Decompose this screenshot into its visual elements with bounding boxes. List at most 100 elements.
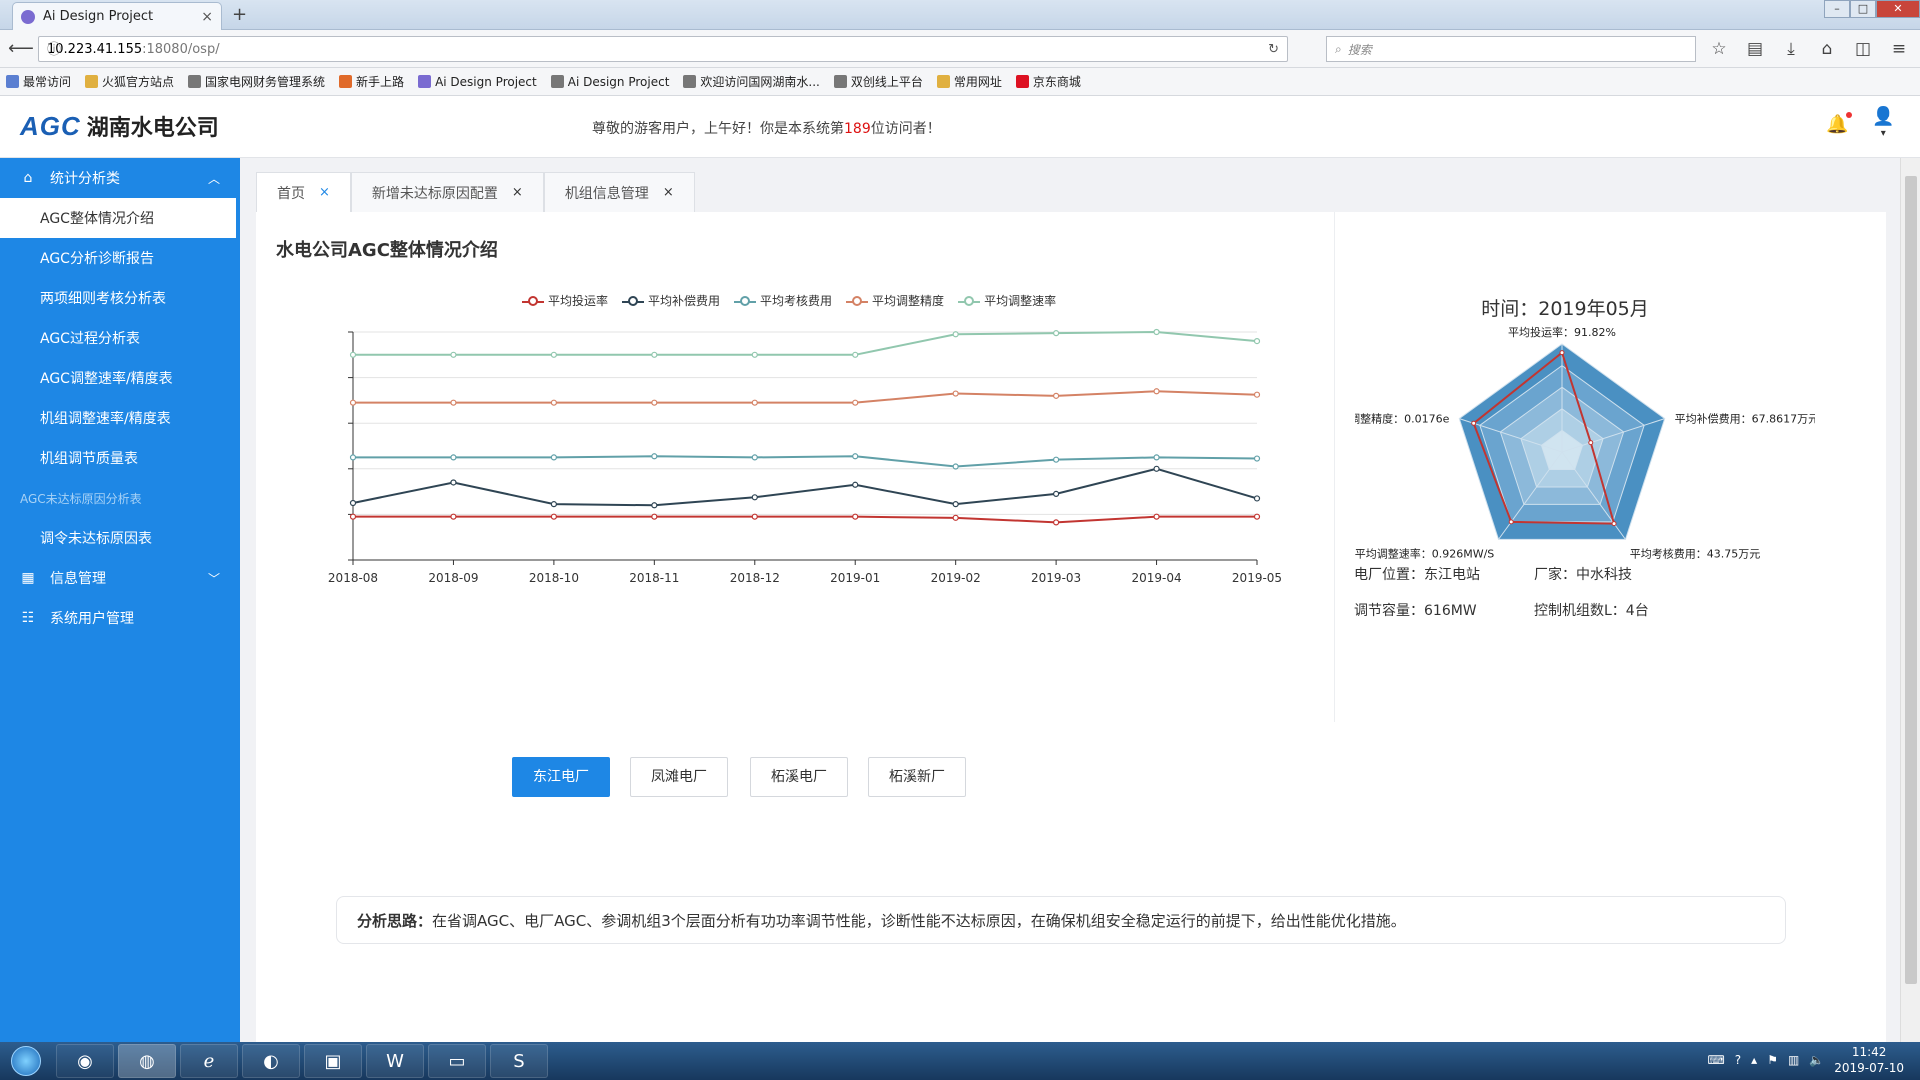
data-point <box>751 494 758 501</box>
minimize-icon[interactable]: – <box>1824 0 1850 18</box>
data-point <box>751 454 758 461</box>
arrow-up-icon[interactable]: ▴ <box>1751 1053 1757 1067</box>
info-icon[interactable]: ⓘ <box>47 39 61 59</box>
radar-point <box>1588 440 1594 446</box>
hamburger-menu-icon[interactable]: ≡ <box>1888 38 1910 60</box>
new-tab-button[interactable]: + <box>232 4 247 25</box>
data-point <box>349 513 357 520</box>
data-point <box>751 399 758 406</box>
page-scrollbar[interactable] <box>1900 158 1920 1042</box>
reload-icon[interactable]: ↻ <box>1268 42 1279 57</box>
page-tab[interactable]: 机组信息管理 × <box>543 172 695 212</box>
x-tick-label: 2019-03 <box>1031 571 1081 585</box>
bookmark-item[interactable]: 国家电网财务管理系统 <box>188 73 325 90</box>
bookmark-item[interactable]: Ai Design Project <box>418 75 537 89</box>
tab-close-icon[interactable]: × <box>201 9 213 25</box>
plant-button[interactable]: 凤滩电厂 <box>630 757 728 797</box>
page-tab[interactable]: 新增未达标原因配置 × <box>350 172 544 212</box>
sidebar-item[interactable]: AGC过程分析表 <box>0 318 240 358</box>
tab-close-icon[interactable]: × <box>319 185 330 200</box>
bookmark-item[interactable]: 火狐官方站点 <box>85 73 174 90</box>
network-icon[interactable]: ▥ <box>1788 1053 1799 1067</box>
ie-taskbar-icon[interactable]: ℯ <box>180 1044 238 1078</box>
sidebar-item-dispatch-reasons[interactable]: 调令未达标原因表 <box>0 518 240 558</box>
flag-icon[interactable]: ⚑ <box>1767 1053 1778 1067</box>
data-point <box>349 399 357 406</box>
bookmark-item[interactable]: Ai Design Project <box>550 75 669 89</box>
user-menu-icon[interactable]: 👤 ▾ <box>1872 108 1894 141</box>
bookmark-item[interactable]: 欢迎访问国网湖南水... <box>683 73 820 90</box>
firefox-taskbar-icon[interactable]: ◍ <box>118 1044 176 1078</box>
data-point <box>450 479 457 486</box>
tab-close-icon[interactable]: × <box>663 185 674 200</box>
data-point <box>349 454 357 461</box>
window-close-icon[interactable]: ✕ <box>1876 0 1920 18</box>
radar-point <box>1471 420 1477 426</box>
home-icon[interactable]: ⌂ <box>1816 38 1838 60</box>
sidebar-group-statistics[interactable]: ⌂ 统计分析类 ︿ <box>0 158 240 198</box>
start-button[interactable] <box>0 1042 52 1080</box>
page-tab[interactable]: 首页 × <box>256 172 351 212</box>
legend-item[interactable]: 平均补偿费用 <box>622 292 720 309</box>
browser-tab[interactable]: Ai Design Project × <box>12 2 222 30</box>
legend-item[interactable]: 平均调整速率 <box>958 292 1056 309</box>
download-icon[interactable]: ⤓ <box>1780 38 1802 60</box>
app-taskbar-icon[interactable]: ◐ <box>242 1044 300 1078</box>
wps-sheet-taskbar-icon[interactable]: S <box>490 1044 548 1078</box>
logo-agc: AGC <box>20 110 81 141</box>
back-arrow-icon[interactable]: ⟵ <box>8 38 34 60</box>
data-point <box>550 501 557 508</box>
legend-item[interactable]: 平均考核费用 <box>734 292 832 309</box>
radar-indicator-label: 平均投运率：91.82% <box>1508 325 1616 339</box>
sidebar-item[interactable]: 机组调整速率/精度表 <box>0 398 240 438</box>
keyboard-icon[interactable]: ⌨ <box>1707 1053 1724 1067</box>
bookmark-item[interactable]: 常用网址 <box>936 73 1002 90</box>
sidebar-group-info-management[interactable]: ▦ 信息管理 ﹀ <box>0 558 240 598</box>
scrollbar-thumb[interactable] <box>1905 176 1917 984</box>
bookmark-item[interactable]: 双创线上平台 <box>833 73 923 90</box>
window-taskbar-icon[interactable]: ▣ <box>304 1044 362 1078</box>
explorer-taskbar-icon[interactable]: ▭ <box>428 1044 486 1078</box>
volume-icon[interactable]: 🔈 <box>1809 1053 1824 1067</box>
taskbar-clock[interactable]: 11:42 2019-07-10 <box>1834 1044 1904 1076</box>
x-tick-label: 2018-08 <box>328 571 378 585</box>
sidebar-item[interactable]: 两项细则考核分析表 <box>0 278 240 318</box>
legend-swatch <box>958 295 981 307</box>
bookmark-icon <box>683 75 697 88</box>
data-point <box>550 454 557 461</box>
sidebar-item[interactable]: AGC调整速率/精度表 <box>0 358 240 398</box>
sidebar-item[interactable]: AGC整体情况介绍 <box>0 198 236 238</box>
bookmark-item[interactable]: 京东商城 <box>1015 73 1081 90</box>
data-point <box>450 513 457 520</box>
bookmark-star-icon[interactable]: ☆ <box>1708 38 1730 60</box>
help-icon[interactable]: ? <box>1735 1053 1741 1067</box>
browser-toolbar: ☆ ▤ ⤓ ⌂ ◫ ≡ <box>1708 38 1910 60</box>
chrome-taskbar-icon[interactable]: ◉ <box>56 1044 114 1078</box>
address-bar[interactable]: ⓘ 10.223.41.155 :18080/osp/ ↻ <box>38 36 1288 62</box>
bookmark-item[interactable]: 最常访问 <box>6 73 71 90</box>
notification-bell-icon[interactable]: 🔔 <box>1826 112 1853 135</box>
maximize-icon[interactable]: □ <box>1850 0 1876 18</box>
plant-button[interactable]: 东江电厂 <box>512 757 610 797</box>
legend-item[interactable]: 平均调整精度 <box>846 292 944 309</box>
reading-list-icon[interactable]: ▤ <box>1744 38 1766 60</box>
bookmark-item[interactable]: 新手上路 <box>339 73 404 90</box>
legend-item[interactable]: 平均投运率 <box>522 292 608 309</box>
tab-close-icon[interactable]: × <box>512 185 523 200</box>
wps-writer-taskbar-icon[interactable]: W <box>366 1044 424 1078</box>
bookmark-icon <box>339 75 353 88</box>
plant-button[interactable]: 柘溪新厂 <box>868 757 966 797</box>
sidebar-section-label: AGC未达标原因分析表 <box>20 491 142 506</box>
sidebar-item[interactable]: 机组调节质量表 <box>0 438 240 478</box>
company-logo[interactable]: AGC 湖南水电公司 <box>20 110 219 142</box>
series-line <box>353 455 1258 468</box>
pocket-icon[interactable]: ◫ <box>1852 38 1874 60</box>
sidebar-item[interactable]: AGC分析诊断报告 <box>0 238 240 278</box>
legend-swatch <box>522 295 544 307</box>
browser-search-input[interactable]: ⌕ 搜索 <box>1326 36 1696 62</box>
sidebar-group-system-users[interactable]: ☷ 系统用户管理 <box>0 598 240 638</box>
plant-button[interactable]: 柘溪电厂 <box>750 757 848 797</box>
radar-chart: 平均投运率：91.82% 平均补偿费用：67.8617万元平均考核费用：43.75… <box>1355 325 1815 560</box>
bookmark-icon <box>1015 75 1029 88</box>
data-point <box>1053 456 1060 463</box>
